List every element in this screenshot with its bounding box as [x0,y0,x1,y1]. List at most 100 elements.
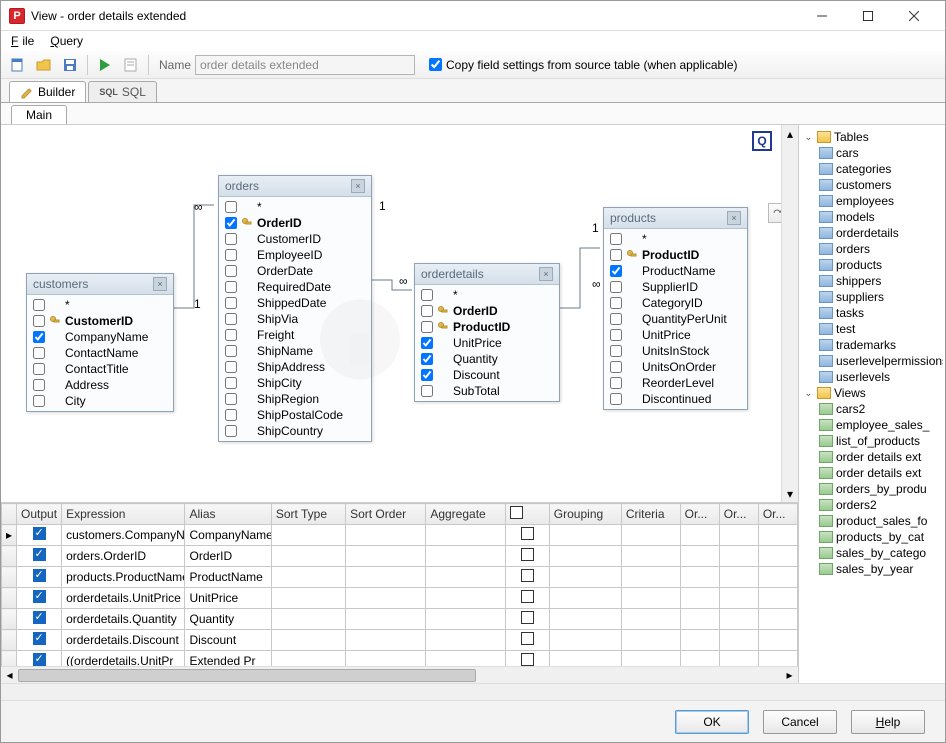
grouping-checkbox[interactable] [521,590,534,603]
output-checkbox[interactable] [33,611,46,624]
scroll-up-icon[interactable]: ▴ [782,125,798,142]
script-button[interactable] [120,54,142,76]
field-unitsonorder[interactable]: UnitsOnOrder [604,359,747,375]
field-checkbox[interactable] [33,395,45,407]
field-checkbox[interactable] [610,377,622,389]
field-productid[interactable]: ProductID [604,247,747,263]
field-checkbox[interactable] [421,353,433,365]
field-*[interactable]: * [27,297,173,313]
field-checkbox[interactable] [610,361,622,373]
tree-item-shippers[interactable]: shippers [801,273,943,289]
scroll-left-icon[interactable]: ◂ [1,667,18,683]
field-contacttitle[interactable]: ContactTitle [27,361,173,377]
menu-query[interactable]: Query [46,32,87,50]
field-requireddate[interactable]: RequiredDate [219,279,371,295]
table-customers[interactable]: customers× *CustomerIDCompanyNameContact… [26,273,174,412]
field-checkbox[interactable] [610,313,622,325]
field-shipaddress[interactable]: ShipAddress [219,359,371,375]
field-checkbox[interactable] [225,393,237,405]
grid-row[interactable]: ((orderdetails.UnitPrExtended Pr [2,651,798,667]
field-quantity[interactable]: Quantity [415,351,559,367]
tree-item-tasks[interactable]: tasks [801,305,943,321]
grid-row[interactable]: orders.OrderIDOrderID [2,546,798,567]
field-address[interactable]: Address [27,377,173,393]
field-checkbox[interactable] [33,379,45,391]
field-categoryid[interactable]: CategoryID [604,295,747,311]
field-checkbox[interactable] [610,233,622,245]
field-checkbox[interactable] [225,409,237,421]
table-orderdetails[interactable]: orderdetails× *OrderIDProductIDUnitPrice… [414,263,560,402]
field-checkbox[interactable] [33,347,45,359]
grouping-checkbox[interactable] [521,569,534,582]
grid-row[interactable]: orderdetails.QuantityQuantity [2,609,798,630]
tree-item-employee_sales_[interactable]: employee_sales_ [801,417,943,433]
tree-item-orders[interactable]: orders [801,241,943,257]
tree-item-orders2[interactable]: orders2 [801,497,943,513]
field-unitprice[interactable]: UnitPrice [604,327,747,343]
grid-row[interactable]: orderdetails.DiscountDiscount [2,630,798,651]
name-input[interactable] [195,55,415,75]
field-shipvia[interactable]: ShipVia [219,311,371,327]
field-shipcountry[interactable]: ShipCountry [219,423,371,439]
menu-file[interactable]: File [7,32,42,50]
field-checkbox[interactable] [225,233,237,245]
tab-main[interactable]: Main [11,105,67,124]
scroll-right-icon[interactable]: ▸ [781,667,798,683]
grid-scrollbar-h[interactable]: ◂ ▸ [1,666,798,683]
field-checkbox[interactable] [610,281,622,293]
tree-item-product_sales_fo[interactable]: product_sales_fo [801,513,943,529]
field-subtotal[interactable]: SubTotal [415,383,559,399]
help-button[interactable]: Help [851,710,925,734]
field-checkbox[interactable] [33,331,45,343]
field-checkbox[interactable] [225,345,237,357]
tree-item-userlevelpermissions[interactable]: userlevelpermissions [801,353,943,369]
field-checkbox[interactable] [225,281,237,293]
tree-item-trademarks[interactable]: trademarks [801,337,943,353]
table-products[interactable]: products× *ProductIDProductNameSupplierI… [603,207,748,410]
tree-item-categories[interactable]: categories [801,161,943,177]
field-*[interactable]: * [219,199,371,215]
field-checkbox[interactable] [421,385,433,397]
tree-item-test[interactable]: test [801,321,943,337]
field-checkbox[interactable] [225,265,237,277]
tree-item-products_by_cat[interactable]: products_by_cat [801,529,943,545]
field-checkbox[interactable] [610,345,622,357]
copy-fields-check[interactable] [429,58,442,71]
field-shippostalcode[interactable]: ShipPostalCode [219,407,371,423]
scroll-down-icon[interactable]: ▾ [782,485,798,502]
copy-fields-checkbox[interactable]: Copy field settings from source table (w… [429,58,737,72]
field-checkbox[interactable] [421,289,433,301]
tree-item-orderdetails[interactable]: orderdetails [801,225,943,241]
field-checkbox[interactable] [225,425,237,437]
save-button[interactable] [59,54,81,76]
tree-item-customers[interactable]: customers [801,177,943,193]
field-productname[interactable]: ProductName [604,263,747,279]
field-unitprice[interactable]: UnitPrice [415,335,559,351]
diagram-canvas[interactable]: 1 ∞ 1 ∞ ∞ 1 Q ▴ ▾ customers× *CustomerID… [1,125,798,503]
field-checkbox[interactable] [421,369,433,381]
field-checkbox[interactable] [33,315,45,327]
field-checkbox[interactable] [225,217,237,229]
output-checkbox[interactable] [33,569,46,582]
tree-item-cars2[interactable]: cars2 [801,401,943,417]
tree-item-sales_by_year[interactable]: sales_by_year [801,561,943,577]
close-icon[interactable]: × [153,277,167,291]
grid-row[interactable]: ▸customers.CompanyNameCompanyName [2,525,798,546]
field-checkbox[interactable] [421,321,433,333]
diagram-scrollbar-v[interactable]: ▴ ▾ [781,125,798,502]
field-city[interactable]: City [27,393,173,409]
tab-sql[interactable]: SQL SQL [88,81,157,102]
output-grid[interactable]: OutputExpressionAliasSort TypeSort Order… [1,503,798,683]
field-checkbox[interactable] [225,329,237,341]
tree-item-suppliers[interactable]: suppliers [801,289,943,305]
grouping-checkbox[interactable] [521,611,534,624]
field-productid[interactable]: ProductID [415,319,559,335]
field-quantityperunit[interactable]: QuantityPerUnit [604,311,747,327]
new-button[interactable] [7,54,29,76]
field-customerid[interactable]: CustomerID [219,231,371,247]
run-button[interactable] [94,54,116,76]
output-checkbox[interactable] [33,590,46,603]
field-reorderlevel[interactable]: ReorderLevel [604,375,747,391]
field-contactname[interactable]: ContactName [27,345,173,361]
field-checkbox[interactable] [610,393,622,405]
